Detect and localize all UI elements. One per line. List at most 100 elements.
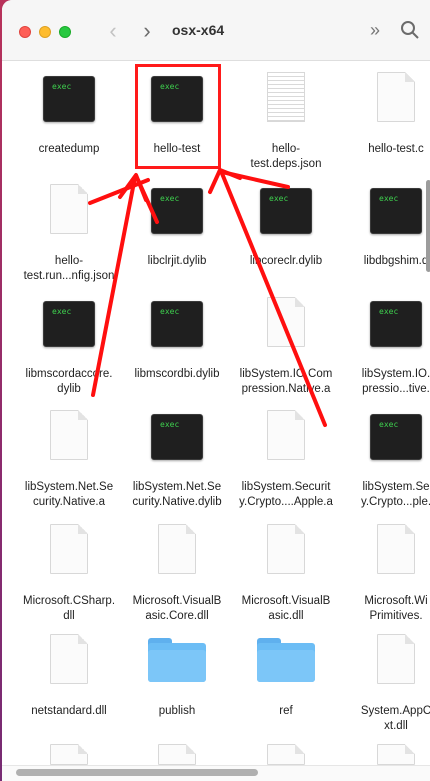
document-icon xyxy=(50,744,88,765)
document-icon xyxy=(377,744,415,765)
file-name-line2: curity.Native.dylib xyxy=(132,496,222,508)
file-item-libSystem-Net-Security-a[interactable]: libSystem.Net.Se curity.Native.a xyxy=(16,408,122,508)
file-name-line1: libSystem.Net.Se xyxy=(132,481,222,493)
file-name-line2: test.deps.json xyxy=(250,158,322,170)
file-name-line1: libcoreclr.dylib xyxy=(249,255,323,267)
file-item-netstandard[interactable]: netstandard.dll xyxy=(16,632,122,732)
exec-file-icon: exec xyxy=(151,188,203,234)
file-name-line1: System.AppC xyxy=(360,705,430,717)
document-icon xyxy=(50,524,88,574)
file-item-hello-test-deps[interactable]: hello-test.deps.json xyxy=(233,70,339,170)
exec-badge: exec xyxy=(160,307,180,316)
chevron-left-icon[interactable]: ‹ xyxy=(100,18,126,44)
exec-badge: exec xyxy=(160,194,180,203)
file-name-line2: dylib xyxy=(57,383,81,395)
document-icon xyxy=(267,410,305,460)
document-icon xyxy=(158,524,196,574)
file-name-line2: pression.Native.a xyxy=(241,383,331,395)
file-name-line1: libdbgshim.d xyxy=(363,255,429,267)
file-item-libSystem-Security-Crypto-a[interactable]: libSystem.Securit y.Crypto....Apple.a xyxy=(233,408,339,508)
file-item-libmscordbi[interactable]: exec libmscordbi.dylib xyxy=(124,295,230,395)
exec-badge: exec xyxy=(269,194,289,203)
file-name-line1: libSystem.Net.Se xyxy=(24,481,114,493)
file-item-System-AppContext[interactable]: System.AppC xt.dll xyxy=(343,632,430,732)
document-icon xyxy=(377,524,415,574)
document-icon xyxy=(377,72,415,122)
exec-file-icon: exec xyxy=(260,188,312,234)
exec-file-icon: exec xyxy=(43,301,95,347)
file-item-libdbgshim[interactable]: exec libdbgshim.d xyxy=(343,182,430,282)
file-item-createdump[interactable]: exec createdump xyxy=(16,70,122,170)
file-item-Microsoft-VisualBasic-Core[interactable]: Microsoft.VisualB asic.Core.dll xyxy=(124,522,230,622)
exec-file-icon: exec xyxy=(370,301,422,347)
document-icon xyxy=(50,410,88,460)
file-name-line2: asic.dll xyxy=(268,610,304,622)
exec-file-icon: exec xyxy=(151,301,203,347)
file-name-line1: libSystem.IO.Com xyxy=(239,368,333,380)
file-item-hello-test-c[interactable]: hello-test.c xyxy=(343,70,430,170)
file-item-libSystem-IO-Compression[interactable]: libSystem.IO.Com pression.Native.a xyxy=(233,295,339,395)
file-name-line1: ref xyxy=(279,705,293,717)
exec-file-icon: exec xyxy=(370,188,422,234)
double-chevron-icon[interactable]: » xyxy=(370,20,380,41)
file-item-publish[interactable]: publish xyxy=(124,632,230,732)
file-item-Microsoft-CSharp[interactable]: Microsoft.CSharp. dll xyxy=(16,522,122,622)
file-item-ref[interactable]: ref xyxy=(233,632,339,732)
file-item-Microsoft-VisualBasic[interactable]: Microsoft.VisualB asic.dll xyxy=(233,522,339,622)
file-name-line1: libmscordaccore. xyxy=(25,368,113,380)
exec-file-icon: exec xyxy=(370,414,422,460)
file-item-Microsoft-Win-Primitives[interactable]: Microsoft.Wi Primitives. xyxy=(343,522,430,622)
file-name-line1: hello-test.c xyxy=(368,143,424,155)
toolbar: ‹ › osx-x64 » xyxy=(2,0,430,61)
document-icon xyxy=(267,744,305,765)
file-name-line1: Microsoft.VisualB xyxy=(132,595,222,607)
file-name-line1: publish xyxy=(158,705,196,717)
file-name-line1: libclrjit.dylib xyxy=(147,255,207,267)
close-button[interactable] xyxy=(19,26,31,38)
file-name-line1: hello- xyxy=(271,143,301,155)
file-name-line1: libSystem.Se xyxy=(362,481,430,493)
file-name-line1: hello- xyxy=(54,255,84,267)
document-icon xyxy=(377,634,415,684)
file-name-line1: Microsoft.VisualB xyxy=(241,595,331,607)
zoom-button[interactable] xyxy=(59,26,71,38)
file-item-libcoreclr[interactable]: exec libcoreclr.dylib xyxy=(233,182,339,282)
chevron-right-icon[interactable]: › xyxy=(134,18,160,44)
file-name-line2: pressio...tive. xyxy=(362,383,430,395)
vertical-scrollbar[interactable] xyxy=(426,180,430,272)
exec-badge: exec xyxy=(379,194,399,203)
document-icon xyxy=(267,524,305,574)
file-item-hello-test-runtimeconfig[interactable]: hello-test.run...nfig.json xyxy=(16,182,122,282)
file-name-line1: libSystem.IO. xyxy=(361,368,430,380)
file-name-line1: Microsoft.CSharp. xyxy=(22,595,116,607)
folder-icon xyxy=(257,638,315,682)
file-item-libSystem-Net-Security-dylib[interactable]: exec libSystem.Net.Se curity.Native.dylib xyxy=(124,408,230,508)
exec-file-icon: exec xyxy=(43,76,95,122)
file-name-line1: libSystem.Securit xyxy=(241,481,331,493)
file-item-libSystem-Security-Crypto-2[interactable]: exec libSystem.Se y.Crypto...ple. xyxy=(343,408,430,508)
horizontal-scrollbar[interactable] xyxy=(16,769,258,776)
file-item-libclrjit[interactable]: exec libclrjit.dylib xyxy=(124,182,230,282)
minimize-button[interactable] xyxy=(39,26,51,38)
exec-badge: exec xyxy=(52,307,72,316)
file-name-line1: createdump xyxy=(38,143,100,155)
file-name-line2: asic.Core.dll xyxy=(145,610,209,622)
file-name-line2: xt.dll xyxy=(384,720,408,732)
file-name-line2: test.run...nfig.json xyxy=(23,270,115,282)
file-item-libmscordaccore[interactable]: exec libmscordaccore. dylib xyxy=(16,295,122,395)
document-icon xyxy=(50,634,88,684)
finder-window: ‹ › osx-x64 » exec createdump exec hello-te… xyxy=(2,0,430,781)
file-name-line1: Microsoft.Wi xyxy=(364,595,428,607)
exec-badge: exec xyxy=(52,82,72,91)
file-name-line2: y.Crypto....Apple.a xyxy=(239,496,333,508)
folder-icon xyxy=(148,638,206,682)
file-item-libSystem-IO-Compression-2[interactable]: exec libSystem.IO. pressio...tive. xyxy=(343,295,430,395)
file-name-line2: y.Crypto...ple. xyxy=(360,496,430,508)
file-name-line2: curity.Native.a xyxy=(32,496,105,508)
file-name-line2: dll xyxy=(63,610,75,622)
file-name-line1: netstandard.dll xyxy=(31,705,107,717)
window-title: osx-x64 xyxy=(172,22,225,38)
search-icon[interactable] xyxy=(400,20,420,40)
exec-badge: exec xyxy=(379,307,399,316)
file-name-line2: Primitives. xyxy=(369,610,423,622)
